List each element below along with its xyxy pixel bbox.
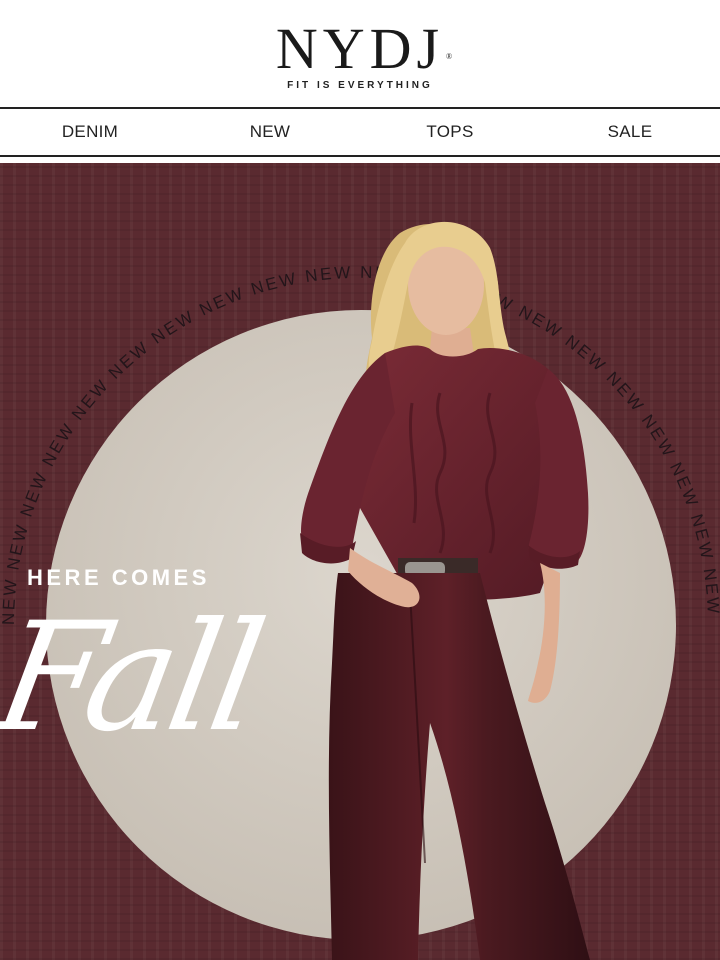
headline-small: HERE COMES — [27, 565, 210, 590]
registered-mark: ® — [446, 51, 453, 61]
brand-tagline: FIT IS EVERYTHING — [287, 79, 433, 91]
email-header: NYDJ ® FIT IS EVERYTHING — [0, 0, 720, 109]
brand-logo[interactable]: NYDJ ® — [276, 19, 452, 77]
nav-item-sale[interactable]: SALE — [540, 109, 720, 155]
headline-script: Fall — [0, 591, 271, 765]
nav-item-tops[interactable]: TOPS — [360, 109, 540, 155]
hero-artwork: NEW NEW NEW NEW NEW NEW NEW NEW NEW NEW … — [0, 221, 720, 960]
category-nav: DENIM NEW TOPS SALE — [0, 109, 720, 157]
hero-banner[interactable]: NEW NEW NEW NEW NEW NEW NEW NEW NEW NEW … — [0, 163, 720, 960]
brand-logo-text: NYDJ — [275, 15, 445, 81]
nav-item-new[interactable]: NEW — [180, 109, 360, 155]
nav-item-denim[interactable]: DENIM — [0, 109, 180, 155]
